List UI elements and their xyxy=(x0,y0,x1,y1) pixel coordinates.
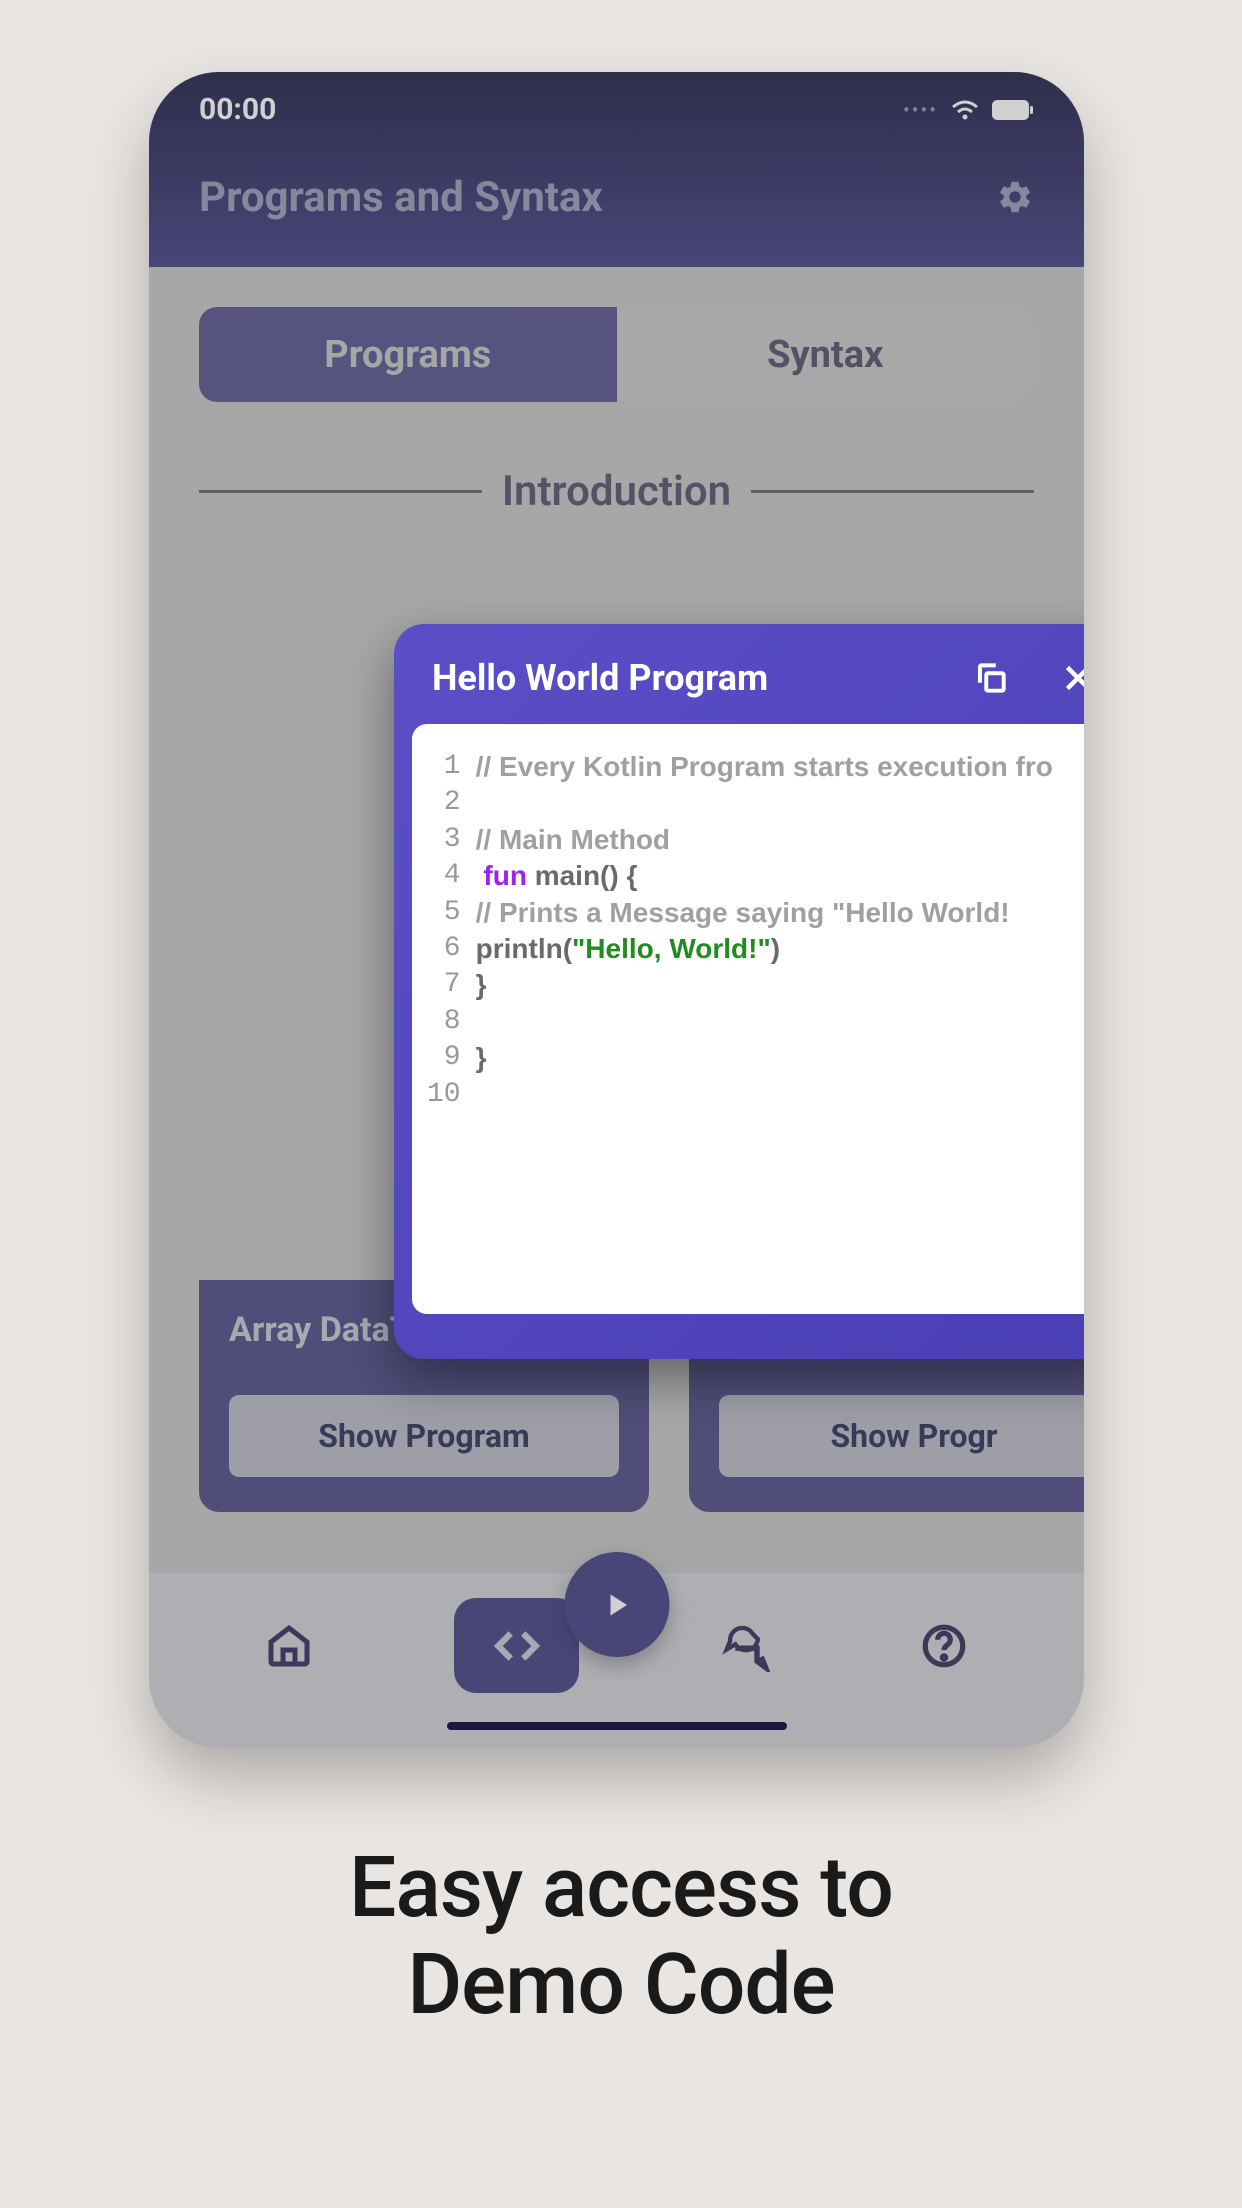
line-number: 6 xyxy=(427,931,461,967)
line-number: 2 xyxy=(427,785,461,821)
line-number: 5 xyxy=(427,895,461,931)
line-numbers: 1 2 3 4 5 6 7 8 9 10 xyxy=(427,749,476,1289)
caption-line-2: Demo Code xyxy=(0,1937,1242,2034)
code-area: 1 2 3 4 5 6 7 8 9 10 // Every Kotlin Pro… xyxy=(412,724,1084,1314)
modal-title: Hello World Program xyxy=(432,657,952,699)
modal-header: Hello World Program xyxy=(412,642,1084,724)
home-indicator[interactable] xyxy=(447,1722,787,1730)
promo-caption: Easy access to Demo Code xyxy=(0,1840,1242,2033)
code-modal: Hello World Program 1 2 3 4 5 6 7 8 9 xyxy=(394,624,1084,1359)
line-number: 4 xyxy=(427,858,461,894)
code-content[interactable]: // Every Kotlin Program starts execution… xyxy=(476,749,1053,1289)
line-number: 10 xyxy=(427,1077,461,1113)
phone-frame: 00:00 •••• Programs and Syntax Programs … xyxy=(149,72,1084,1748)
caption-line-1: Easy access to xyxy=(0,1840,1242,1937)
close-icon[interactable] xyxy=(1060,660,1084,696)
line-number: 9 xyxy=(427,1040,461,1076)
line-number: 8 xyxy=(427,1004,461,1040)
phone-content: 00:00 •••• Programs and Syntax Programs … xyxy=(149,72,1084,1748)
line-number: 1 xyxy=(427,749,461,785)
line-number: 3 xyxy=(427,822,461,858)
copy-icon[interactable] xyxy=(972,659,1010,697)
line-number: 7 xyxy=(427,967,461,1003)
